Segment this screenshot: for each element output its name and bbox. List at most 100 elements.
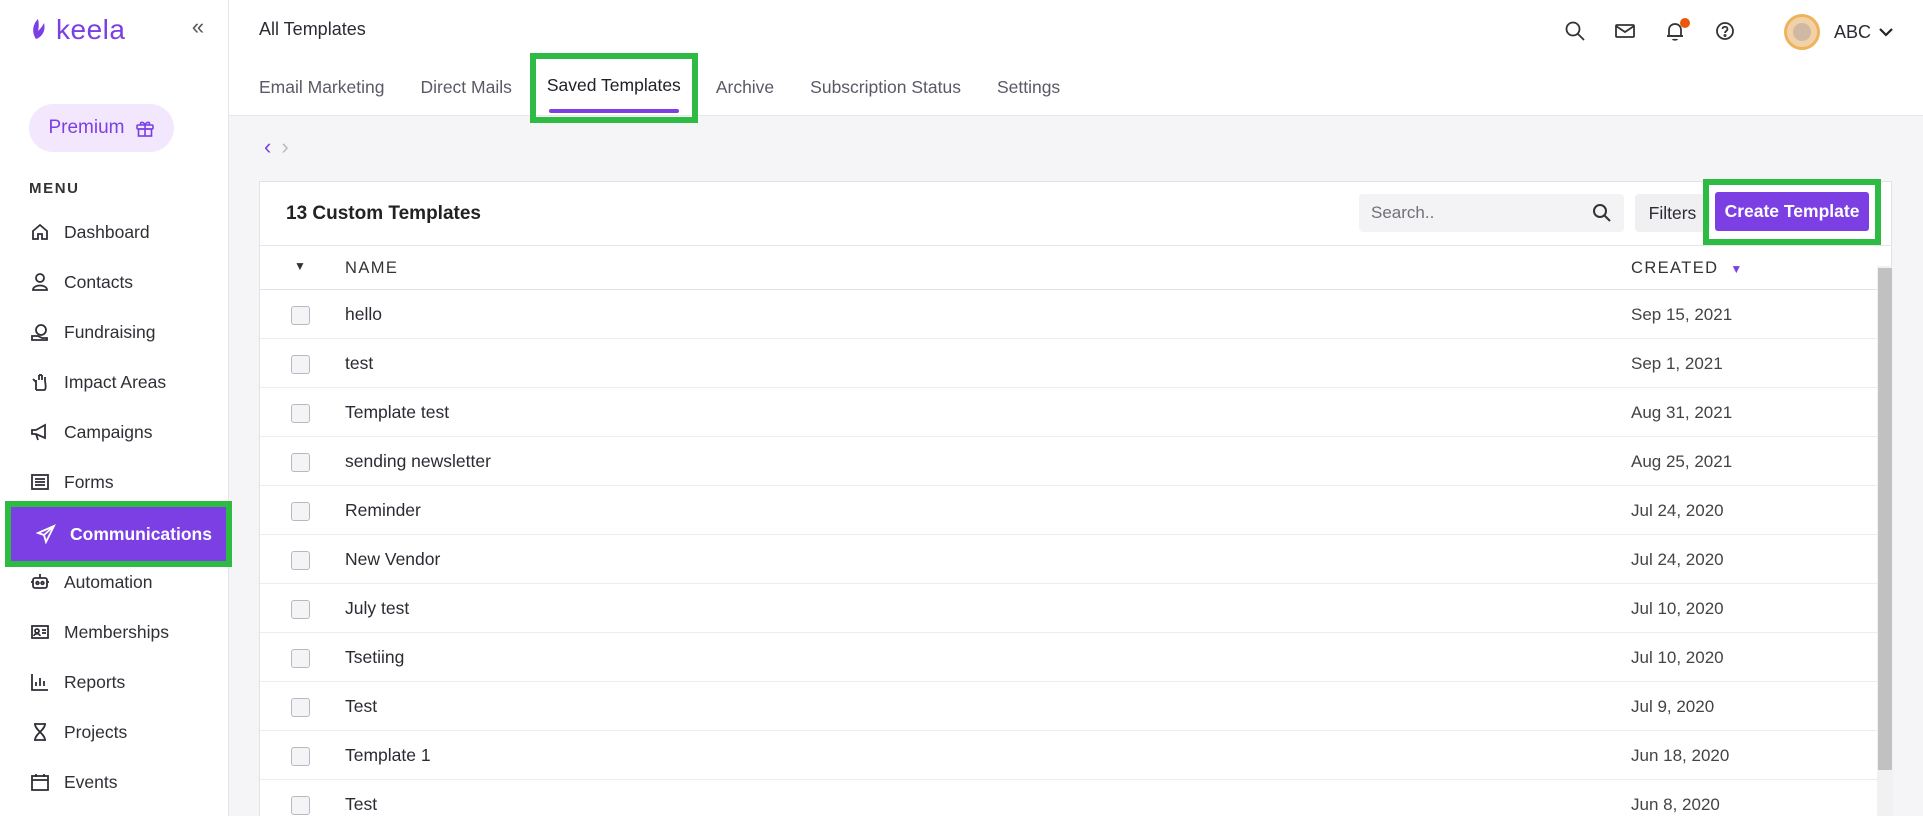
- search-input[interactable]: [1371, 203, 1592, 223]
- table-row[interactable]: test Sep 1, 2021: [260, 339, 1878, 388]
- template-name[interactable]: Reminder: [345, 500, 421, 521]
- template-name[interactable]: hello: [345, 304, 382, 325]
- sidebar-item-forms[interactable]: Forms: [0, 460, 229, 504]
- search-button[interactable]: [1564, 20, 1588, 44]
- page-title: All Templates: [259, 19, 366, 39]
- sidebar-item-label: Communications: [70, 523, 212, 544]
- forward-button[interactable]: ›: [281, 134, 288, 160]
- sidebar-item-communications[interactable]: Communications: [5, 501, 232, 567]
- sidebar-item-contacts[interactable]: Contacts: [0, 260, 229, 304]
- mail-icon: [1615, 24, 1635, 38]
- notifications-button[interactable]: [1664, 18, 1690, 44]
- menu-title: MENU: [29, 180, 80, 197]
- user-icon: [32, 273, 48, 291]
- row-checkbox[interactable]: [291, 600, 310, 619]
- fundraising-icon: [31, 324, 48, 341]
- template-name[interactable]: Template test: [345, 402, 449, 423]
- row-checkbox[interactable]: [291, 404, 310, 423]
- template-created: Aug 31, 2021: [1631, 403, 1733, 422]
- user-menu[interactable]: ABC: [1834, 22, 1893, 43]
- sidebar-item-label: Forms: [64, 471, 114, 492]
- row-checkbox[interactable]: [291, 306, 310, 325]
- search-box: [1359, 194, 1624, 232]
- tab-archive[interactable]: Archive: [698, 70, 792, 123]
- bar-chart-icon: [31, 674, 48, 691]
- sidebar-item-reports[interactable]: Reports: [0, 660, 229, 704]
- create-template-highlight: Create Template: [1703, 179, 1881, 245]
- table-row[interactable]: Template test Aug 31, 2021: [260, 388, 1878, 437]
- row-checkbox[interactable]: [291, 502, 310, 521]
- template-name[interactable]: sending newsletter: [345, 451, 491, 472]
- search-icon: [1565, 21, 1585, 41]
- template-created: Jul 10, 2020: [1631, 599, 1724, 618]
- scrollbar-thumb[interactable]: [1878, 268, 1892, 770]
- table-row[interactable]: sending newsletter Aug 25, 2021: [260, 437, 1878, 486]
- user-name: ABC: [1833, 21, 1871, 42]
- sidebar-item-memberships[interactable]: Memberships: [0, 610, 229, 654]
- avatar[interactable]: [1783, 14, 1820, 50]
- table-row[interactable]: July test Jul 10, 2020: [260, 584, 1878, 633]
- row-checkbox[interactable]: [291, 551, 310, 570]
- template-name[interactable]: Tsetiing: [345, 647, 404, 668]
- row-checkbox[interactable]: [291, 796, 310, 815]
- table-row[interactable]: hello Sep 15, 2021: [260, 290, 1878, 339]
- template-name[interactable]: test: [345, 353, 373, 374]
- filters-button[interactable]: Filters: [1635, 194, 1710, 232]
- avatar-image: [1792, 23, 1811, 41]
- sidebar-item-fundraising[interactable]: Fundraising: [0, 310, 229, 354]
- row-checkbox[interactable]: [291, 698, 310, 717]
- sort-desc-icon: ▼: [1730, 261, 1744, 276]
- active-tab-underline: [548, 109, 679, 113]
- template-created: Sep 15, 2021: [1631, 305, 1733, 324]
- row-checkbox[interactable]: [291, 649, 310, 668]
- tab-saved-templates[interactable]: Saved Templates: [529, 53, 698, 123]
- history-pager: ‹ ›: [264, 134, 289, 160]
- column-name[interactable]: NAME: [345, 259, 398, 278]
- template-name[interactable]: Test: [345, 794, 377, 815]
- tab-email-marketing[interactable]: Email Marketing: [259, 70, 402, 123]
- keela-logo[interactable]: keela: [28, 14, 125, 46]
- sidebar-item-label: Events: [64, 771, 118, 792]
- select-all-dropdown[interactable]: ▼: [294, 259, 306, 273]
- template-created: Jul 24, 2020: [1631, 501, 1724, 520]
- sidebar-item-label: Contacts: [64, 271, 134, 292]
- column-created[interactable]: CREATED ▼: [1631, 259, 1744, 278]
- template-created: Jul 9, 2020: [1631, 697, 1715, 716]
- sidebar-item-label: Reports: [64, 671, 126, 692]
- table-row[interactable]: Reminder Jul 24, 2020: [260, 486, 1878, 535]
- double-chevron-left-icon: «: [191, 14, 205, 39]
- table-scrollbar[interactable]: [1877, 266, 1893, 816]
- row-checkbox[interactable]: [291, 355, 310, 374]
- sidebar-item-label: Impact Areas: [64, 371, 167, 392]
- sidebar-item-dashboard[interactable]: Dashboard: [0, 210, 229, 254]
- table-row[interactable]: Test Jun 8, 2020: [260, 780, 1878, 816]
- sidebar-item-impact-areas[interactable]: Impact Areas: [0, 360, 229, 404]
- collapse-sidebar-button[interactable]: «: [188, 16, 208, 38]
- sidebar-item-automation[interactable]: Automation: [0, 560, 229, 604]
- search-icon[interactable]: [1592, 203, 1612, 223]
- template-name[interactable]: Test: [345, 696, 377, 717]
- row-checkbox[interactable]: [291, 747, 310, 766]
- gift-icon: [135, 121, 154, 137]
- help-button[interactable]: [1714, 20, 1738, 44]
- table-row[interactable]: Template 1 Jun 18, 2020: [260, 731, 1878, 780]
- home-icon: [32, 223, 48, 240]
- sidebar-item-campaigns[interactable]: Campaigns: [0, 410, 229, 454]
- template-name[interactable]: July test: [345, 598, 409, 619]
- back-button[interactable]: ‹: [264, 134, 271, 160]
- tab-settings[interactable]: Settings: [979, 70, 1078, 123]
- table-row[interactable]: Tsetiing Jul 10, 2020: [260, 633, 1878, 682]
- logo-text: keela: [56, 14, 126, 45]
- table-row[interactable]: New Vendor Jul 24, 2020: [260, 535, 1878, 584]
- tab-direct-mails[interactable]: Direct Mails: [402, 70, 529, 123]
- sidebar-item-events[interactable]: Events: [0, 760, 229, 804]
- template-name[interactable]: Template 1: [345, 745, 431, 766]
- tab-subscription-status[interactable]: Subscription Status: [792, 70, 979, 123]
- sidebar-item-projects[interactable]: Projects: [0, 710, 229, 754]
- template-name[interactable]: New Vendor: [345, 549, 440, 570]
- row-checkbox[interactable]: [291, 453, 310, 472]
- table-row[interactable]: Test Jul 9, 2020: [260, 682, 1878, 731]
- create-template-button[interactable]: Create Template: [1715, 192, 1869, 231]
- premium-button[interactable]: Premium: [29, 104, 174, 152]
- mail-button[interactable]: [1614, 20, 1638, 44]
